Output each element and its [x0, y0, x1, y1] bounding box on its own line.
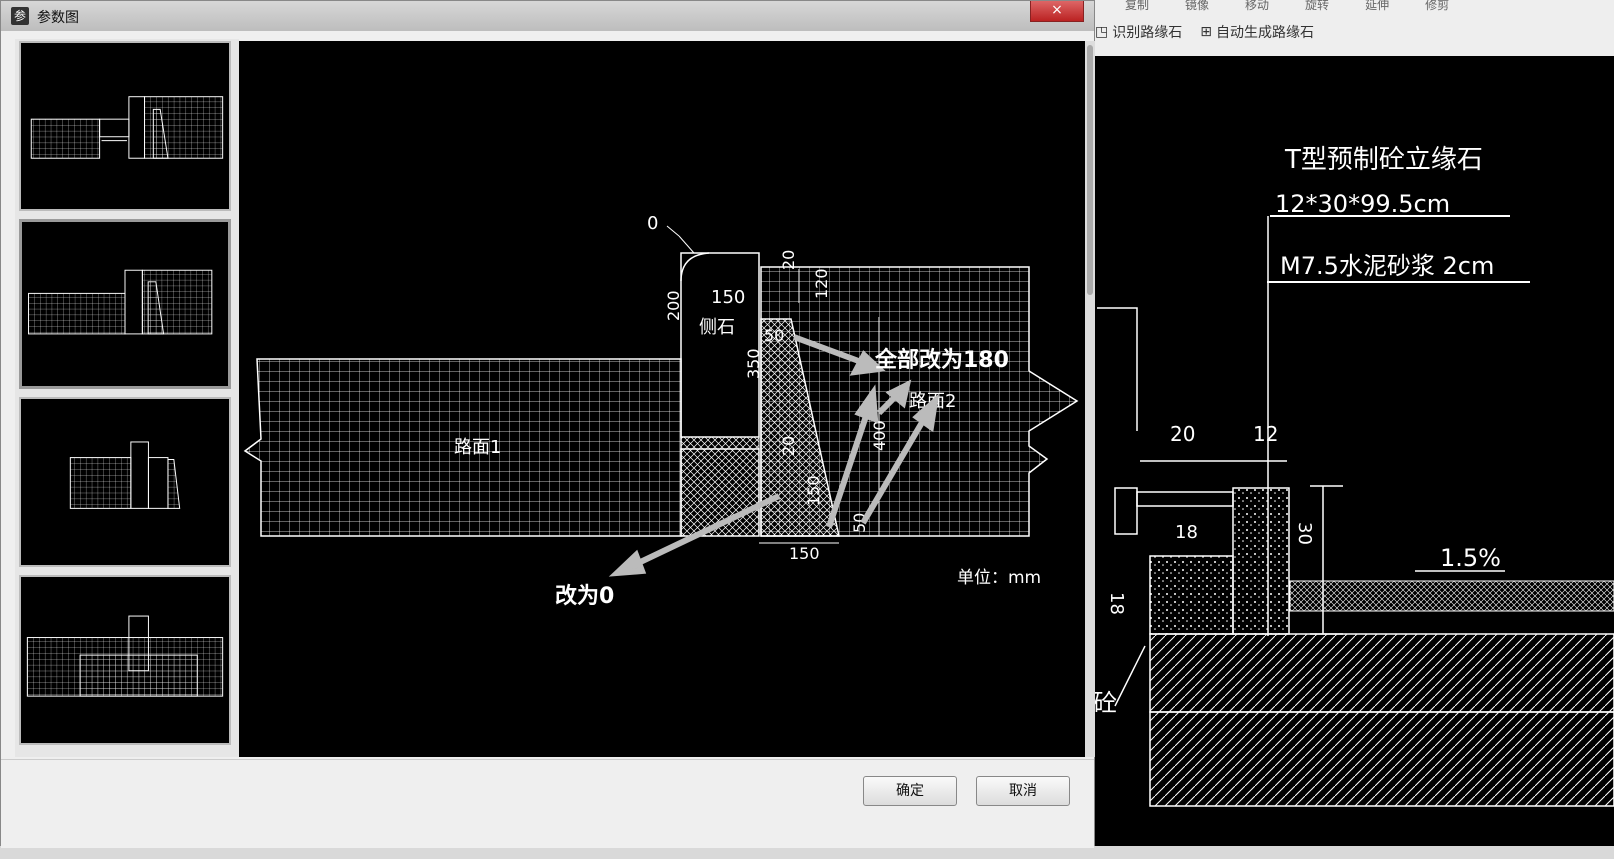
cancel-button[interactable]: 取消	[976, 776, 1070, 806]
auto-generate-label: 自动生成路缘石	[1215, 25, 1314, 41]
auto-generate-curb-button[interactable]: ⊞ 自动生成路缘石	[1200, 22, 1314, 42]
dim-50-left: 50	[764, 326, 784, 345]
scrollbar-thumb[interactable]	[1087, 45, 1093, 295]
dialog-titlebar[interactable]: 参 参数图 ×	[1, 1, 1094, 31]
thumbnail-1-drawing	[30, 96, 224, 159]
annotation-all-180: 全部改为180	[874, 347, 1009, 373]
dim-150-bottom: 150	[789, 544, 820, 563]
identify-curb-label: 识别路缘石	[1112, 25, 1183, 41]
parameter-dialog: 参 参数图 × 路面1 150 侧石 200 350 0 50 20 150 1…	[0, 0, 1095, 848]
bg-mortar: M7.5水泥砂浆 2cm	[1280, 252, 1494, 280]
curb-stone	[680, 252, 760, 438]
dialog-app-icon: 参	[11, 7, 29, 25]
thumbnail-4[interactable]	[19, 575, 231, 745]
top-toolbar-row: 复制 镜像 移动 旋转 延伸 修剪	[1125, 0, 1449, 13]
copy-tool[interactable]: 复制	[1125, 0, 1149, 13]
bg-dim-20: 20	[1170, 422, 1195, 446]
thumbnail-3-drawing	[69, 441, 181, 509]
thumbnail-3[interactable]	[19, 397, 231, 567]
bg-dim-18: 18	[1175, 522, 1198, 543]
dim-350: 350	[744, 348, 763, 379]
rotate-tool[interactable]: 旋转	[1305, 0, 1329, 13]
bg-side-char: 砼	[1093, 689, 1117, 717]
ok-button[interactable]: 确定	[863, 776, 957, 806]
dim-20-top: 20	[779, 250, 798, 270]
thumbnail-2-drawing	[28, 269, 213, 335]
units-label: 单位：mm	[957, 568, 1041, 588]
main-cad-drawing: 路面1 150 侧石 200 350 0 路面2 50 20 150 150 4…	[243, 213, 1079, 609]
dim-20-mid: 20	[779, 436, 798, 456]
dim-150-vert: 150	[804, 475, 823, 506]
trim-tool[interactable]: 修剪	[1425, 0, 1449, 13]
identify-curb-button[interactable]: ◳ 识别路缘石	[1095, 22, 1182, 42]
dim-200: 200	[664, 290, 683, 321]
close-button[interactable]: ×	[1030, 1, 1084, 22]
auto-generate-icon: ⊞	[1200, 24, 1212, 40]
bg-dim-18b: 18	[1106, 592, 1127, 615]
move-tool[interactable]: 移动	[1245, 0, 1269, 13]
annotation-change-0: 改为0	[555, 583, 614, 609]
bg-slope: 1.5%	[1440, 544, 1501, 572]
background-app-toolbar: 复制 镜像 移动 旋转 延伸 修剪 ◳ 识别路缘石 ⊞ 自动生成路缘石	[1085, 0, 1614, 57]
dim-120: 120	[812, 268, 831, 299]
bg-cad-svg: T型预制砼立缘石 12*30*99.5cm M7.5水泥砂浆 2cm 20 12…	[1093, 145, 1614, 807]
dialog-title: 参数图	[37, 10, 79, 26]
background-cad-drawing: T型预制砼立缘石 12*30*99.5cm M7.5水泥砂浆 2cm 20 12…	[1085, 56, 1614, 846]
dim-150-top: 150	[711, 287, 745, 308]
label-curb: 侧石	[699, 317, 735, 338]
bg-dim-12: 12	[1253, 422, 1278, 446]
thumbnail-1[interactable]	[19, 41, 231, 211]
extend-tool[interactable]: 延伸	[1365, 0, 1389, 13]
parameter-drawing-canvas[interactable]: 路面1 150 侧石 200 350 0 路面2 50 20 150 150 4…	[239, 41, 1085, 757]
thumbnail-2[interactable]	[19, 219, 231, 389]
bg-size: 12*30*99.5cm	[1275, 190, 1450, 218]
mirror-tool[interactable]: 镜像	[1185, 0, 1209, 13]
bg-title: T型预制砼立缘石	[1284, 145, 1483, 175]
bg-dim-30: 30	[1294, 522, 1315, 545]
thumbnail-4-drawing	[26, 615, 224, 697]
label-pavement-1: 路面1	[454, 437, 501, 458]
identify-curb-icon: ◳	[1095, 24, 1109, 40]
dim-0: 0	[647, 213, 658, 234]
canvas-scrollbar[interactable]	[1085, 41, 1095, 757]
thumbnail-list	[15, 39, 239, 757]
